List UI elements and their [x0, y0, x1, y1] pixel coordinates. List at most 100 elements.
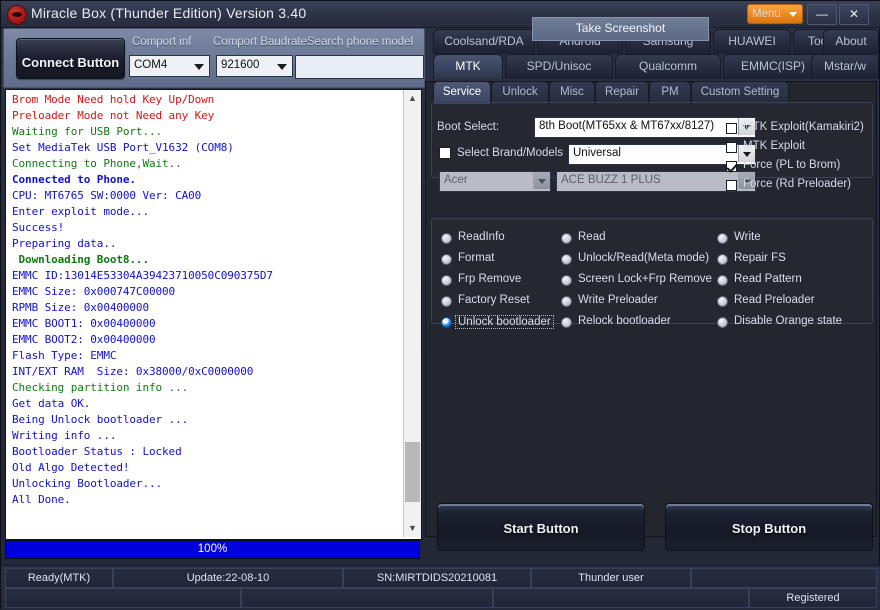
radio-read-preloader[interactable]: [717, 296, 728, 307]
radio-label[interactable]: ReadInfo: [458, 231, 505, 243]
tab-spd-unisoc[interactable]: SPD/Unisoc: [505, 54, 613, 79]
radio-label[interactable]: Read Pattern: [734, 273, 802, 285]
select-brand-label: Select Brand/Models: [457, 147, 564, 159]
log-line: Downloading Boot8...: [12, 253, 150, 266]
log-line: Connecting to Phone,Wait..: [12, 157, 182, 170]
radio-label[interactable]: Relock bootloader: [578, 315, 671, 327]
log-line: Bootloader Status : Locked: [12, 445, 182, 458]
radio-frp-remove[interactable]: [441, 275, 452, 286]
stop-button-label: Stop Button: [731, 521, 807, 536]
app-window: Miracle Box (Thunder Edition) Version 3.…: [0, 0, 880, 610]
comport-select[interactable]: COM4: [129, 55, 210, 77]
tab-label: HUAWEI: [728, 34, 776, 48]
model-value: ACE BUZZ 1 PLUS: [561, 174, 661, 186]
baudrate-select[interactable]: 921600: [216, 55, 293, 77]
chevron-down-icon: [194, 64, 204, 70]
radio-label[interactable]: Write: [734, 231, 761, 243]
radio-unlock-bootloader[interactable]: [441, 317, 452, 328]
radio-repair-fs[interactable]: [717, 254, 728, 265]
log-line: Success!: [12, 221, 65, 234]
radio-read[interactable]: [561, 233, 572, 244]
tab-about[interactable]: About: [823, 29, 879, 54]
radio-disable-orange-state[interactable]: [717, 317, 728, 328]
log-line: RPMB Size: 0x00400000: [12, 301, 149, 314]
exploit-checkbox-2[interactable]: [726, 161, 737, 172]
radio-factory-reset[interactable]: [441, 296, 452, 307]
tab-emmc-isp[interactable]: EMMC(ISP): [723, 54, 823, 79]
chevron-up-icon[interactable]: ▲: [404, 90, 421, 107]
connect-button[interactable]: Connect Button: [16, 38, 125, 79]
exploit-checkbox-0[interactable]: [726, 123, 737, 134]
radio-label[interactable]: Factory Reset: [458, 294, 530, 306]
status-cell: Registered: [749, 588, 877, 608]
status-cell: SN:MIRTDIDS20210081: [343, 568, 531, 588]
minimize-button[interactable]: —: [807, 4, 837, 25]
tab-huawei[interactable]: HUAWEI: [713, 29, 791, 54]
baudrate-label: Comport Baudrate: [213, 36, 307, 48]
radio-label[interactable]: Read Preloader: [734, 294, 815, 306]
radio-write[interactable]: [717, 233, 728, 244]
radio-label[interactable]: Frp Remove: [458, 273, 521, 285]
radio-format[interactable]: [441, 254, 452, 265]
radio-label[interactable]: Unlock/Read(Meta mode): [578, 252, 709, 264]
start-button[interactable]: Start Button: [437, 503, 645, 551]
chevron-down-icon[interactable]: ▼: [404, 520, 421, 537]
log-line: Being Unlock bootloader ...: [12, 413, 189, 426]
status-cell: Ready(MTK): [5, 568, 113, 588]
menu-button[interactable]: Menu: [747, 4, 803, 24]
status-bar: Ready(MTK) Update:22-08-10 SN:MIRTDIDS2021…: [1, 565, 880, 610]
tab-label: EMMC(ISP): [741, 59, 805, 73]
tab-qualcomm[interactable]: Qualcomm: [615, 54, 721, 79]
radio-label[interactable]: Repair FS: [734, 252, 786, 264]
tab-mstar-w[interactable]: Mstar/w: [811, 54, 879, 79]
radio-label[interactable]: Unlock bootloader: [455, 315, 554, 329]
tab-label: SPD/Unisoc: [526, 59, 592, 73]
tab-mtk[interactable]: MTK: [433, 54, 503, 79]
tab-label: MTK: [455, 59, 481, 73]
comport-label: Comport inf: [132, 36, 192, 48]
radio-label[interactable]: Screen Lock+Frp Remove: [578, 273, 712, 285]
start-button-label: Start Button: [503, 521, 579, 536]
menu-button-label: Menu: [752, 8, 781, 20]
scrollbar-thumb[interactable]: [405, 442, 420, 502]
log-line: EMMC BOOT1: 0x00400000: [12, 317, 156, 330]
radio-label[interactable]: Read: [578, 231, 606, 243]
title-bar: Miracle Box (Thunder Edition) Version 3.…: [1, 1, 880, 28]
boot-select-label: Boot Select:: [437, 121, 500, 133]
stop-button[interactable]: Stop Button: [665, 503, 873, 551]
select-brand-checkbox[interactable]: [439, 147, 451, 159]
tab-label: Mstar/w: [824, 59, 866, 73]
radio-screen-lock-frp-remove[interactable]: [561, 275, 572, 286]
log-line: Flash Type: EMMC: [12, 349, 117, 362]
radio-relock-bootloader[interactable]: [561, 317, 572, 328]
exploit-label: Force (PL to Brom): [743, 159, 841, 171]
search-phone-model-input[interactable]: [295, 55, 424, 79]
log-line: Writing info ...: [12, 429, 117, 442]
log-line: Old Algo Detected!: [12, 461, 130, 474]
log-line: Waiting for USB Port...: [12, 125, 163, 138]
log-line: All Done.: [12, 493, 71, 506]
radio-unlock-read-meta-mode[interactable]: [561, 254, 572, 265]
radio-label[interactable]: Disable Orange state: [734, 315, 842, 327]
status-cell: Update:22-08-10: [113, 568, 343, 588]
status-cell: [493, 588, 749, 608]
top-toolbar: Connect Button Comport inf COM4 Comport …: [3, 28, 425, 88]
status-cell: Thunder user: [531, 568, 691, 588]
radio-label[interactable]: Format: [458, 252, 494, 264]
radio-write-preloader[interactable]: [561, 296, 572, 307]
progress-label: 100%: [197, 543, 228, 555]
close-button[interactable]: ✕: [839, 4, 869, 25]
boot-select-dropdown[interactable]: 8th Boot(MT65xx & MT67xx/8127): [534, 117, 756, 138]
brand-dropdown[interactable]: Acer: [439, 171, 551, 192]
radio-readinfo[interactable]: [441, 233, 452, 244]
log-scrollbar[interactable]: ▲ ▼: [403, 90, 421, 537]
log-line: Preloader Mode not Need any Key: [12, 109, 215, 122]
miracle-logo-icon: [7, 5, 27, 25]
exploit-checkbox-1[interactable]: [726, 142, 737, 153]
radio-read-pattern[interactable]: [717, 275, 728, 286]
exploit-checkbox-3[interactable]: [726, 180, 737, 191]
exploit-label: MTK Exploit(Kamakiri2): [743, 121, 864, 133]
tab-coolsand-rda[interactable]: Coolsand/RDA: [433, 29, 535, 54]
chevron-down-icon: [277, 64, 287, 70]
radio-label[interactable]: Write Preloader: [578, 294, 658, 306]
